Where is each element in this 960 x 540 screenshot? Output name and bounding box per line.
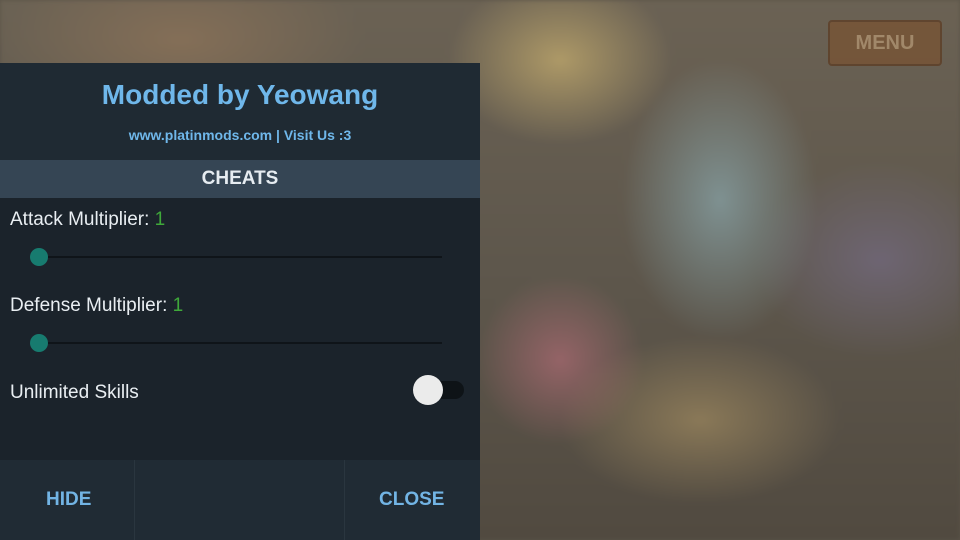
attack-multiplier-value: 1: [154, 209, 166, 230]
hide-button[interactable]: HIDE: [46, 460, 91, 540]
attack-multiplier-slider-track[interactable]: [40, 256, 442, 258]
footer-divider: [344, 460, 345, 540]
unlimited-skills-switch-thumb[interactable]: [413, 375, 443, 405]
defense-multiplier-label: Defense Multiplier: 1: [10, 295, 183, 317]
attack-multiplier-label-text: Attack Multiplier:: [10, 209, 155, 230]
defense-multiplier-slider-track[interactable]: [40, 342, 442, 344]
mod-menu-panel: Modded by Yeowang www.platinmods.com | V…: [0, 63, 480, 540]
defense-multiplier-value: 1: [172, 295, 184, 316]
panel-title: Modded by Yeowang: [101, 79, 379, 110]
defense-multiplier-label-text: Defense Multiplier:: [10, 295, 173, 316]
panel-subtitle-link[interactable]: www.platinmods.com | Visit Us :3: [0, 127, 480, 143]
close-button[interactable]: CLOSE: [379, 460, 444, 540]
footer-divider: [134, 460, 135, 540]
unlimited-skills-label: Unlimited Skills: [10, 382, 139, 403]
attack-multiplier-label: Attack Multiplier: 1: [10, 209, 165, 231]
defense-multiplier-slider-thumb[interactable]: [30, 334, 48, 352]
cheats-list: [0, 198, 480, 460]
panel-footer: HIDE CLOSE: [0, 460, 480, 540]
section-header-cheats: CHEATS: [0, 160, 480, 198]
attack-multiplier-slider-thumb[interactable]: [30, 248, 48, 266]
game-menu-button[interactable]: MENU: [828, 20, 942, 66]
